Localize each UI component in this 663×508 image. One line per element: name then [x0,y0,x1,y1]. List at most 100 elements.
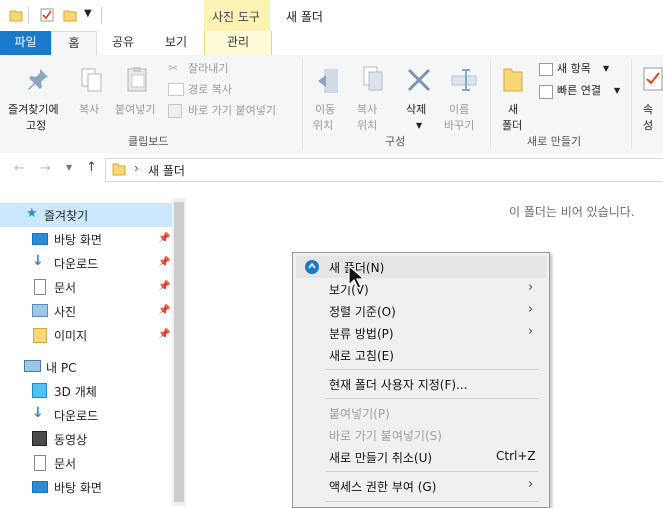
menu-separator [325,398,539,399]
menu-item-paste[interactable]: 붙여넣기(P) [296,402,546,424]
menu-item-give-access[interactable]: 액세스 권한 부여 (G) › [296,475,546,497]
empty-folder-message: 이 폴더는 비어 있습니다. [509,205,635,219]
menu-separator [325,471,539,472]
scrollbar-thumb[interactable] [174,202,184,502]
menu-item-undo-new[interactable]: 새로 만들기 취소(U) Ctrl+Z [296,446,546,468]
folder-icon[interactable] [9,8,23,22]
organize-group-label: 구성 [385,135,406,148]
download-arrow-icon: ↓ [32,405,44,421]
shortcut-text: Ctrl+Z [496,449,536,463]
menu-item-paste-shortcut[interactable]: 바로 가기 붙여넣기(S) [296,424,546,446]
menu-separator [325,501,539,502]
move-to-button[interactable]: 이동 위치 [308,61,348,132]
properties-button[interactable]: 속성 [637,61,663,132]
nav-item-videos[interactable]: 동영상 [0,427,172,451]
submenu-arrow-icon: › [528,477,534,492]
new-item-button[interactable]: 새 항목 ▼ [537,61,627,79]
3d-objects-icon [32,383,47,398]
clipboard-group-label: 클립보드 [128,135,169,148]
recent-locations-icon[interactable]: ▼ [66,163,72,172]
properties-check-icon[interactable] [40,8,54,22]
pin-to-quick-access-button[interactable]: 즐겨찾기에 고정 [4,61,70,133]
new-folder-quick-icon[interactable] [63,8,77,22]
nav-item-downloads-pc[interactable]: ↓ 다운로드 [0,403,172,427]
breadcrumb-current-folder[interactable]: 새 폴더 [148,162,185,179]
back-arrow-icon[interactable]: ← [14,161,25,176]
delete-button[interactable]: 삭제 ▼ [400,61,438,131]
properties-icon [643,67,663,91]
ribbon: 즐겨찾기에 고정 복사 붙여넣기 ✂ 잘라내기 경로 복사 바로 가기 붙여넣기… [0,55,663,154]
delete-dropdown-icon[interactable]: ▼ [416,121,422,130]
cut-button[interactable]: ✂ 잘라내기 [168,61,296,79]
menu-separator [325,369,539,370]
pin-icon[interactable]: 📌 [158,305,170,316]
nav-item-desktop[interactable]: 바탕 화면 📌 [0,227,172,251]
navigation-pane: ★ 즐겨찾기 바탕 화면 📌 ↓ 다운로드 📌 문서 📌 사진 📌 이미지 📌 … [0,198,172,506]
pin-icon [28,69,48,90]
nav-item-this-pc[interactable]: 내 PC [0,355,172,379]
address-row: ← → ▼ ↑ › 새 폴더 [0,153,663,187]
address-bar[interactable]: › 새 폴더 [105,158,663,182]
copy-to-icon [363,66,383,91]
star-icon: ★ [26,206,38,221]
nav-item-images[interactable]: 이미지 📌 [0,323,172,347]
menu-item-group-by[interactable]: 분류 방법(P) › [296,322,546,344]
ribbon-tabs: 파일 홈 공유 보기 관리 [0,31,663,57]
new-group-label: 새로 만들기 [527,135,582,148]
breadcrumb-separator[interactable]: › [134,161,139,175]
new-item-icon [539,63,553,76]
rename-button[interactable]: 이름 바꾸기 [442,61,484,132]
menu-item-new-folder[interactable]: 새 폴더(N) [296,256,546,278]
tab-file[interactable]: 파일 [0,31,51,55]
scissors-icon: ✂ [168,61,179,75]
nav-scrollbar[interactable] [172,198,186,506]
menu-item-refresh[interactable]: 새로 고침(E) [296,344,546,366]
paste-button[interactable]: 붙여넣기 [112,61,162,121]
new-folder-button[interactable]: 새 폴더 [496,61,532,132]
copy-to-button[interactable]: 복사 위치 [352,61,392,132]
paste-icon [127,67,147,92]
copy-icon [81,68,102,92]
menu-item-customize-folder[interactable]: 현재 폴더 사용자 지정(F)... [296,373,546,395]
pin-icon[interactable]: 📌 [158,233,170,244]
desktop-icon [32,481,48,493]
download-arrow-icon: ↓ [32,253,44,269]
pin-icon[interactable]: 📌 [158,257,170,268]
easy-access-dropdown-icon: ▼ [614,86,621,95]
pin-icon[interactable]: 📌 [158,329,170,340]
nav-item-documents-pc[interactable]: 문서 [0,451,172,475]
title-bar: ▼ 사진 도구 새 폴더 [0,0,663,32]
forward-arrow-icon[interactable]: → [40,161,51,176]
new-folder-shield-icon [305,260,319,274]
nav-item-3d-objects[interactable]: 3D 개체 [0,379,172,403]
tab-home[interactable]: 홈 [51,31,97,57]
copy-path-button[interactable]: 경로 복사 [168,82,296,100]
picture-tools-header: 사진 도구 [204,0,270,31]
copy-path-icon [168,83,184,96]
nav-item-quick-access[interactable]: ★ 즐겨찾기 [0,203,172,227]
paste-shortcut-button[interactable]: 바로 가기 붙여넣기 [168,103,298,121]
submenu-arrow-icon: › [528,324,534,339]
menu-item-sort-by[interactable]: 정렬 기준(O) › [296,300,546,322]
easy-access-button[interactable]: 빠른 연결 ▼ [537,83,627,101]
nav-item-pictures[interactable]: 사진 📌 [0,299,172,323]
customize-quick-access-icon[interactable]: ▼ [84,8,92,19]
tab-view[interactable]: 보기 [156,31,196,55]
submenu-arrow-icon: › [528,280,534,295]
document-icon [34,279,46,295]
nav-item-downloads[interactable]: ↓ 다운로드 📌 [0,251,172,275]
new-folder-icon [503,68,523,92]
up-arrow-icon[interactable]: ↑ [86,160,97,175]
copy-button[interactable]: 복사 [76,61,108,121]
menu-item-view[interactable]: 보기(V) › [296,278,546,300]
film-icon [32,431,47,446]
tab-manage[interactable]: 관리 [204,31,272,55]
submenu-arrow-icon: › [528,302,534,317]
tab-share[interactable]: 공유 [103,31,143,55]
pin-icon[interactable]: 📌 [158,281,170,292]
new-item-dropdown-icon: ▼ [603,64,610,73]
nav-item-documents[interactable]: 문서 📌 [0,275,172,299]
move-to-icon [318,69,338,93]
computer-icon [24,360,41,372]
nav-item-desktop-pc[interactable]: 바탕 화면 [0,475,172,499]
